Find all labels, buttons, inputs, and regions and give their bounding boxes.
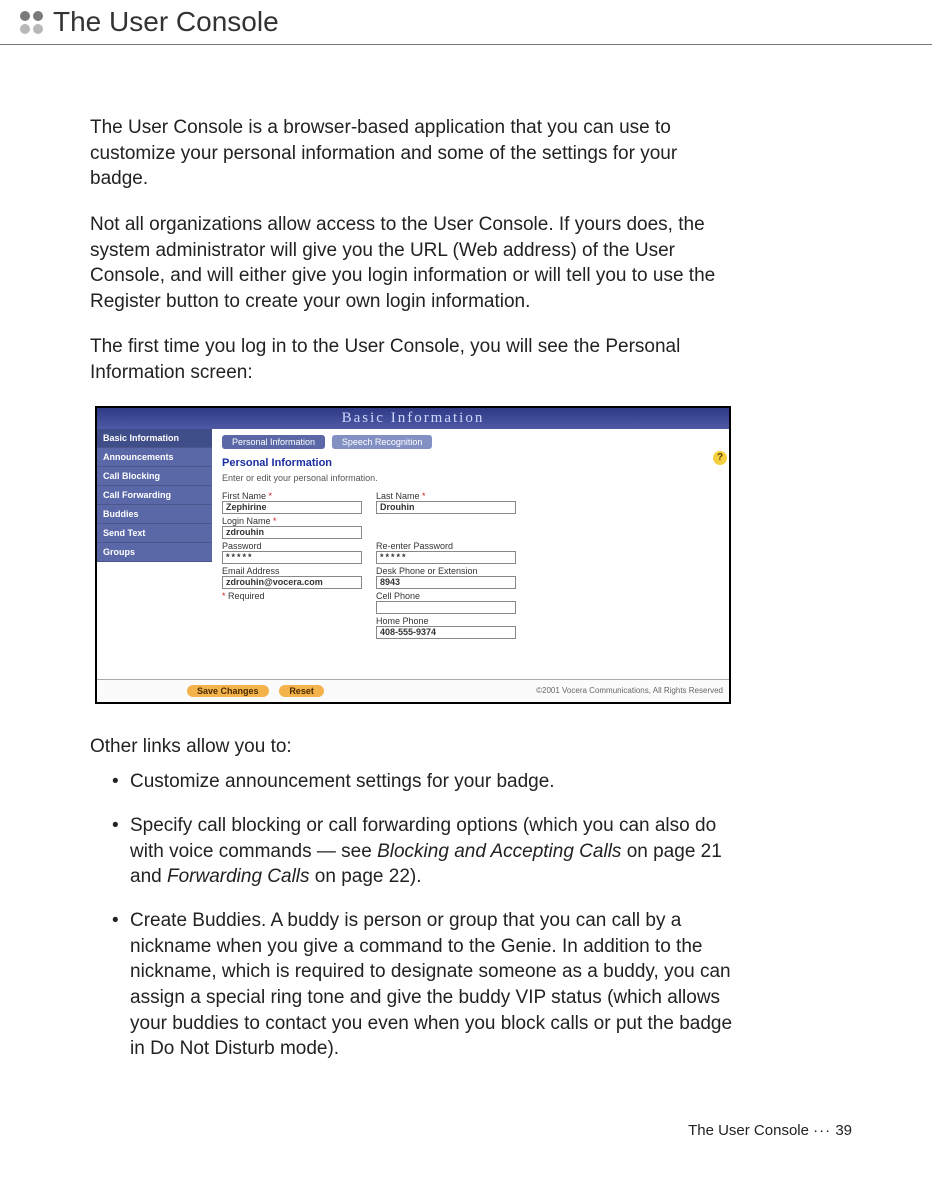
other-links-lead: Other links allow you to: <box>90 734 740 760</box>
first-name-field[interactable] <box>222 501 362 514</box>
password-field[interactable] <box>222 551 362 564</box>
home-phone-label: Home Phone <box>376 616 516 626</box>
password2-label: Re-enter Password <box>376 541 516 551</box>
last-name-label: Last Name * <box>376 491 516 501</box>
copyright: ©2001 Vocera Communications, All Rights … <box>536 686 723 695</box>
sidebar-item-basic-information[interactable]: Basic Information <box>97 429 212 448</box>
email-field[interactable] <box>222 576 362 589</box>
user-console-screenshot: Basic Information Basic Information Anno… <box>95 406 731 704</box>
login-name-field[interactable] <box>222 526 362 539</box>
last-name-field[interactable] <box>376 501 516 514</box>
reset-button[interactable]: Reset <box>279 685 324 697</box>
sidebar-item-groups[interactable]: Groups <box>97 543 212 562</box>
page-header: The User Console <box>0 0 932 42</box>
password-label: Password <box>222 541 362 551</box>
list-item: Create Buddies. A buddy is person or gro… <box>112 908 740 1062</box>
header-dots-icon <box>20 11 43 34</box>
form-grid: First Name * Last Name * Login Name * Pa… <box>222 491 719 639</box>
email-label: Email Address <box>222 566 362 576</box>
sidebar-item-send-text[interactable]: Send Text <box>97 524 212 543</box>
sidebar-item-call-forwarding[interactable]: Call Forwarding <box>97 486 212 505</box>
desk-phone-label: Desk Phone or Extension <box>376 566 516 576</box>
intro-paragraph-1: The User Console is a browser-based appl… <box>90 115 740 192</box>
cell-phone-label: Cell Phone <box>376 591 516 601</box>
panel-subtitle: Enter or edit your personal information. <box>222 473 719 483</box>
other-links-list: Customize announcement settings for your… <box>112 769 740 1061</box>
panel-title: Personal Information <box>222 457 719 469</box>
home-phone-field[interactable] <box>376 626 516 639</box>
login-name-label: Login Name * <box>222 516 362 526</box>
password2-field[interactable] <box>376 551 516 564</box>
page-title: The User Console <box>53 6 279 38</box>
cell-phone-field[interactable] <box>376 601 516 614</box>
list-item: Specify call blocking or call forwarding… <box>112 813 740 890</box>
footer-buttons: Save Changes Reset <box>187 685 332 697</box>
sidebar: Basic Information Announcements Call Blo… <box>97 429 212 679</box>
header-rule <box>0 44 932 45</box>
sidebar-item-call-blocking[interactable]: Call Blocking <box>97 467 212 486</box>
first-name-label: First Name * <box>222 491 362 501</box>
tab-speech-recognition[interactable]: Speech Recognition <box>332 435 433 449</box>
page-footer: The User Console ··· 39 <box>0 1122 852 1139</box>
required-note: * Required <box>222 591 362 601</box>
list-item: Customize announcement settings for your… <box>112 769 740 795</box>
tab-personal-information[interactable]: Personal Information <box>222 435 325 449</box>
intro-paragraph-2: Not all organizations allow access to th… <box>90 212 740 315</box>
tab-row: Personal Information Speech Recognition <box>222 435 719 449</box>
intro-paragraph-3: The first time you log in to the User Co… <box>90 334 740 385</box>
window-title: Basic Information <box>97 408 729 429</box>
sidebar-item-buddies[interactable]: Buddies <box>97 505 212 524</box>
save-button[interactable]: Save Changes <box>187 685 269 697</box>
sidebar-item-announcements[interactable]: Announcements <box>97 448 212 467</box>
help-icon[interactable]: ? <box>713 451 727 465</box>
desk-phone-field[interactable] <box>376 576 516 589</box>
